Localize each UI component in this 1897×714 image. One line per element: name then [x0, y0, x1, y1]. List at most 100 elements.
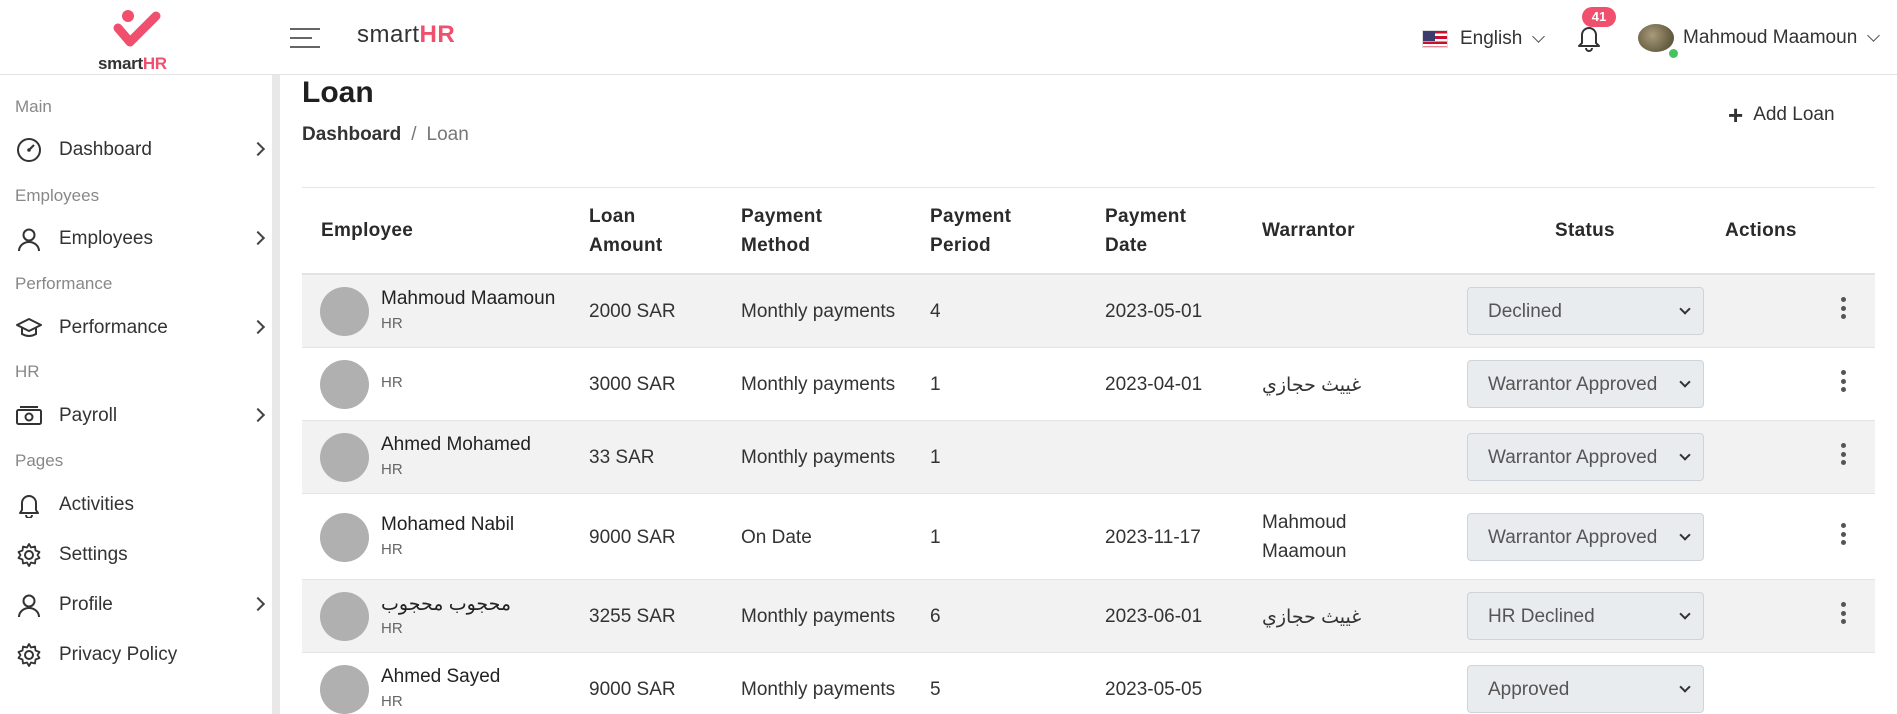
user-icon — [15, 225, 43, 253]
sidebar-item-performance[interactable]: Performance — [15, 308, 267, 348]
page-title: Loan — [302, 76, 374, 109]
notifications-count-badge: 41 — [1582, 7, 1616, 27]
table-header: Employee Loan Amount Payment Method Paymen… — [302, 188, 1875, 275]
payment-period: 1 — [930, 447, 941, 468]
payment-method: Monthly payments — [741, 447, 896, 468]
chevron-right-icon — [250, 407, 266, 423]
warrantor: غييث حجازي — [1262, 375, 1362, 396]
column-header-payment-method: Payment Method — [741, 206, 823, 256]
sidebar-item-label: Settings — [59, 544, 128, 565]
sidebar-item-activities[interactable]: Activities — [15, 485, 267, 525]
user-icon — [15, 591, 43, 619]
chevron-right-icon — [250, 596, 266, 612]
status-select[interactable]: Warrantor Approved — [1467, 360, 1704, 408]
us-flag-icon — [1422, 30, 1448, 48]
row-actions-kebab-icon[interactable] — [1838, 297, 1848, 323]
payment-date: 2023-06-01 — [1105, 606, 1203, 627]
payment-method: Monthly payments — [741, 679, 896, 700]
breadcrumb-home-link[interactable]: Dashboard — [302, 124, 401, 145]
sidebar-item-payroll[interactable]: Payroll — [15, 396, 267, 436]
status-select[interactable]: Approved — [1467, 665, 1704, 713]
chevron-down-icon — [1867, 28, 1881, 42]
user-menu[interactable]: Mahmoud Maamoun — [1638, 24, 1881, 59]
sidebar-item-label: Performance — [59, 317, 168, 338]
breadcrumb-current: Loan — [426, 124, 469, 145]
row-actions-kebab-icon[interactable] — [1838, 602, 1848, 628]
sidebar-item-employees[interactable]: Employees — [15, 219, 267, 259]
status-select[interactable]: Warrantor Approved — [1467, 433, 1704, 481]
payment-date: 2023-05-01 — [1105, 301, 1203, 322]
employee-avatar — [320, 665, 369, 714]
sidebar-item-privacy-policy[interactable]: Privacy Policy — [15, 635, 267, 675]
sidebar-item-dashboard[interactable]: Dashboard — [15, 130, 267, 170]
column-header-loan-amount: Loan Amount — [589, 206, 663, 256]
payment-period: 1 — [930, 527, 941, 548]
loan-amount: 33 SAR — [589, 447, 655, 468]
brand-title: smartHR — [357, 21, 456, 48]
payment-period: 4 — [930, 301, 941, 322]
employee-name[interactable]: Ahmed Mohamed — [381, 434, 531, 456]
user-name: Mahmoud Maamoun — [1683, 27, 1858, 48]
status-select[interactable]: Warrantor Approved — [1467, 513, 1704, 561]
column-header-payment-date: Payment Date — [1105, 206, 1187, 256]
sidebar-item-label: Employees — [59, 228, 153, 249]
column-header-employee: Employee — [321, 220, 414, 241]
employee-name[interactable]: محجوب محجوب — [381, 593, 511, 616]
loan-amount: 3000 SAR — [589, 374, 676, 395]
table-row: Mahmoud Maamoun HR 2000 SAR Monthly paym… — [302, 275, 1875, 348]
chevron-right-icon — [250, 319, 266, 335]
payment-date: 2023-04-01 — [1105, 374, 1203, 395]
employee-avatar — [320, 513, 369, 562]
app-logo[interactable]: smartHR — [92, 8, 182, 73]
column-header-payment-period: Payment Period — [930, 206, 1012, 256]
sidebar-section-main: Main — [15, 97, 52, 116]
payment-date: 2023-11-17 — [1105, 527, 1201, 548]
breadcrumb-separator: / — [411, 124, 417, 145]
gear-icon — [15, 541, 43, 569]
table-row: Mohamed Nabil HR 9000 SAR On Date 1 2023… — [302, 494, 1875, 580]
table-row: محجوب محجوب HR 3255 SAR Monthly payments… — [302, 580, 1875, 653]
dashboard-icon — [15, 136, 43, 164]
warrantor: غييث حجازي — [1262, 607, 1362, 628]
sidebar-section-employees: Employees — [15, 186, 100, 205]
add-loan-button[interactable]: + Add Loan — [1728, 100, 1835, 130]
logo-text: smartHR — [98, 54, 167, 73]
employee-role: HR — [381, 620, 403, 637]
employee-name[interactable]: Ahmed Sayed — [381, 666, 500, 688]
graduation-cap-icon — [15, 314, 43, 342]
employee-name[interactable]: Mahmoud Maamoun — [381, 288, 555, 310]
sidebar-section-pages: Pages — [15, 451, 64, 470]
sidebar-item-label: Activities — [59, 494, 134, 515]
loan-amount: 3255 SAR — [589, 606, 676, 627]
chevron-down-icon — [1532, 29, 1546, 43]
sidebar-item-label: Payroll — [59, 405, 118, 426]
status-select[interactable]: Declined — [1467, 287, 1704, 335]
row-actions-kebab-icon[interactable] — [1838, 443, 1848, 469]
sidebar-section-hr: HR — [15, 362, 40, 381]
employee-avatar — [320, 592, 369, 641]
employee-role: HR — [381, 693, 403, 710]
row-actions-kebab-icon[interactable] — [1838, 523, 1848, 549]
payment-method: Monthly payments — [741, 374, 896, 395]
employee-avatar — [320, 287, 369, 336]
language-selector[interactable]: English — [1422, 26, 1546, 52]
sidebar-item-settings[interactable]: Settings — [15, 535, 267, 575]
employee-avatar — [320, 360, 369, 409]
employee-name[interactable]: Mohamed Nabil — [381, 514, 514, 536]
sidebar-scrollbar[interactable] — [272, 75, 280, 714]
chevron-down-icon — [1679, 376, 1691, 388]
row-actions-kebab-icon[interactable] — [1838, 370, 1848, 396]
payment-period: 1 — [930, 374, 941, 395]
menu-toggle-icon[interactable] — [290, 28, 320, 50]
sidebar-item-label: Profile — [59, 594, 113, 615]
status-select[interactable]: HR Declined — [1467, 592, 1704, 640]
language-label: English — [1460, 28, 1523, 49]
employee-role: HR — [381, 315, 403, 332]
column-header-warrantor: Warrantor — [1262, 220, 1355, 241]
loan-amount: 9000 SAR — [589, 527, 676, 548]
breadcrumb: Dashboard / Loan — [302, 124, 469, 146]
sidebar-item-profile[interactable]: Profile — [15, 585, 267, 625]
employee-role: HR — [381, 374, 403, 391]
table-row: HR 3000 SAR Monthly payments 1 2023-04-0… — [302, 348, 1875, 421]
column-header-actions: Actions — [1725, 220, 1797, 241]
